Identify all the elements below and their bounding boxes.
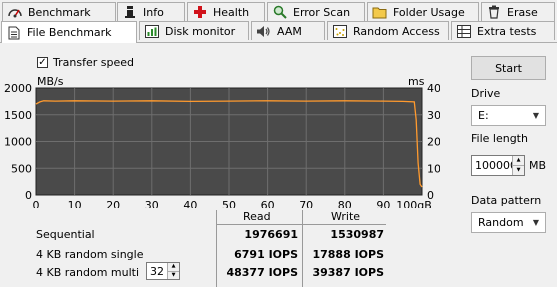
tab-label: Random Access — [353, 24, 440, 38]
y-right-tick-label: 10 — [427, 162, 440, 175]
x-tick-label: 50 — [222, 199, 236, 208]
trash-icon — [486, 5, 501, 20]
y-left-tick-label: 500 — [11, 162, 32, 175]
checkmark-icon: ✓ — [38, 56, 47, 68]
sequential-write-value: 1530987 — [330, 228, 384, 241]
random-multi-label: 4 KB random multi — [36, 266, 140, 279]
y-left-tick-label: 0 — [25, 189, 32, 202]
tab-folder-usage[interactable]: Folder Usage — [367, 2, 479, 21]
tab-label: Erase — [507, 5, 538, 19]
y-right-tick-label: 30 — [427, 109, 440, 122]
random-multi-write-value: 39387 IOPS — [312, 266, 384, 279]
transfer-speed-checkbox[interactable]: ✓ — [37, 57, 48, 68]
chevron-down-icon[interactable]: ▼ — [513, 165, 524, 175]
start-button-label: Start — [495, 61, 522, 75]
file-length-spin-buttons[interactable]: ▲ ▼ — [512, 156, 524, 175]
results-divider-v1 — [216, 210, 217, 287]
queue-depth-spin-buttons[interactable]: ▲ ▼ — [167, 263, 179, 279]
chevron-up-icon[interactable]: ▲ — [168, 263, 179, 271]
y-left-tick-label: 1500 — [4, 109, 32, 122]
chevron-down-icon: ▼ — [532, 218, 540, 227]
random-multi-read-value: 48377 IOPS — [226, 266, 298, 279]
tab-benchmark[interactable]: Benchmark — [2, 2, 116, 21]
magnifier-icon — [272, 5, 287, 20]
y-left-tick-label: 1000 — [4, 136, 32, 149]
tab-label: Extra tests — [477, 24, 537, 38]
tab-random-access[interactable]: Random Access — [327, 21, 449, 40]
file-icon — [6, 25, 21, 40]
read-column-header: Read — [243, 210, 271, 223]
x-tick-label: 100gB — [396, 199, 432, 208]
x-tick-label: 80 — [338, 199, 352, 208]
x-tick-label: 30 — [145, 199, 159, 208]
tab-extra-tests[interactable]: Extra tests — [451, 21, 555, 40]
y-left-tick-label: 2000 — [4, 82, 32, 95]
tab-label: Benchmark — [28, 5, 91, 19]
chevron-up-icon[interactable]: ▲ — [513, 156, 524, 165]
data-pattern-select[interactable]: Random ▼ — [471, 212, 546, 233]
sub-tab-row: File Benchmark Disk monitor AAM Random A… — [0, 21, 557, 43]
x-tick-label: 90 — [376, 199, 390, 208]
folder-icon — [372, 5, 387, 20]
health-cross-icon — [192, 5, 207, 20]
tab-disk-monitor[interactable]: Disk monitor — [139, 21, 249, 40]
file-length-value: 100000 — [475, 159, 517, 172]
data-pattern-value: Random — [478, 216, 524, 229]
table-icon — [456, 24, 471, 39]
tab-label: Disk monitor — [165, 24, 236, 38]
x-tick-label: 20 — [106, 199, 120, 208]
tab-label: Info — [143, 5, 164, 19]
tab-error-scan[interactable]: Error Scan — [267, 2, 365, 21]
chevron-down-icon: ▼ — [532, 111, 540, 120]
speaker-icon — [256, 24, 271, 39]
sequential-read-value: 1976691 — [244, 228, 298, 241]
x-tick-label: 60 — [261, 199, 275, 208]
file-length-unit: MB — [529, 159, 547, 172]
chevron-down-icon[interactable]: ▼ — [168, 270, 179, 280]
tab-erase[interactable]: Erase — [481, 2, 555, 21]
drive-select[interactable]: E: ▼ — [471, 105, 546, 126]
tab-aam[interactable]: AAM — [251, 21, 325, 40]
random-single-write-value: 17888 IOPS — [312, 248, 384, 261]
transfer-speed-chart: 0 0500 101000 201500 302000 400 10 20 30 40 50 60 70… — [4, 75, 440, 208]
queue-depth-value: 32 — [150, 264, 164, 278]
x-tick-label: 40 — [183, 199, 197, 208]
start-button[interactable]: Start — [471, 56, 546, 80]
dots-icon — [332, 24, 347, 39]
gauge-icon — [7, 5, 22, 20]
results-divider-v2 — [302, 210, 303, 287]
file-length-label: File length — [471, 132, 528, 145]
tab-label: Error Scan — [293, 5, 351, 19]
results-divider-h — [216, 224, 386, 225]
random-single-read-value: 6791 IOPS — [234, 248, 298, 261]
tab-health[interactable]: Health — [187, 2, 265, 21]
drive-label: Drive — [471, 87, 501, 100]
y-right-tick-label: 40 — [427, 82, 440, 95]
queue-depth-stepper[interactable]: 32 ▲ ▼ — [146, 262, 180, 280]
tab-info[interactable]: Info — [117, 2, 185, 21]
info-icon — [122, 5, 137, 20]
random-single-label: 4 KB random single — [36, 248, 144, 261]
chart-icon — [144, 24, 159, 39]
y-right-axis-label: ms — [408, 75, 425, 88]
main-tab-row: Benchmark Info Health Error Scan Folder … — [0, 2, 557, 23]
tab-label: File Benchmark — [27, 26, 112, 39]
x-tick-label: 70 — [299, 199, 313, 208]
y-left-axis-label: MB/s — [37, 75, 64, 88]
data-pattern-label: Data pattern — [471, 194, 542, 207]
x-tick-label: 0 — [33, 199, 40, 208]
x-tick-label: 10 — [68, 199, 82, 208]
file-length-stepper[interactable]: 100000 ▲ ▼ — [471, 155, 525, 176]
write-column-header: Write — [331, 210, 361, 223]
tab-label: Folder Usage — [393, 5, 465, 19]
tab-label: AAM — [277, 24, 302, 38]
sequential-label: Sequential — [36, 228, 95, 241]
tab-label: Health — [213, 5, 250, 19]
drive-select-value: E: — [478, 109, 489, 122]
tab-file-benchmark[interactable]: File Benchmark — [1, 21, 137, 43]
y-right-tick-label: 20 — [427, 136, 440, 149]
